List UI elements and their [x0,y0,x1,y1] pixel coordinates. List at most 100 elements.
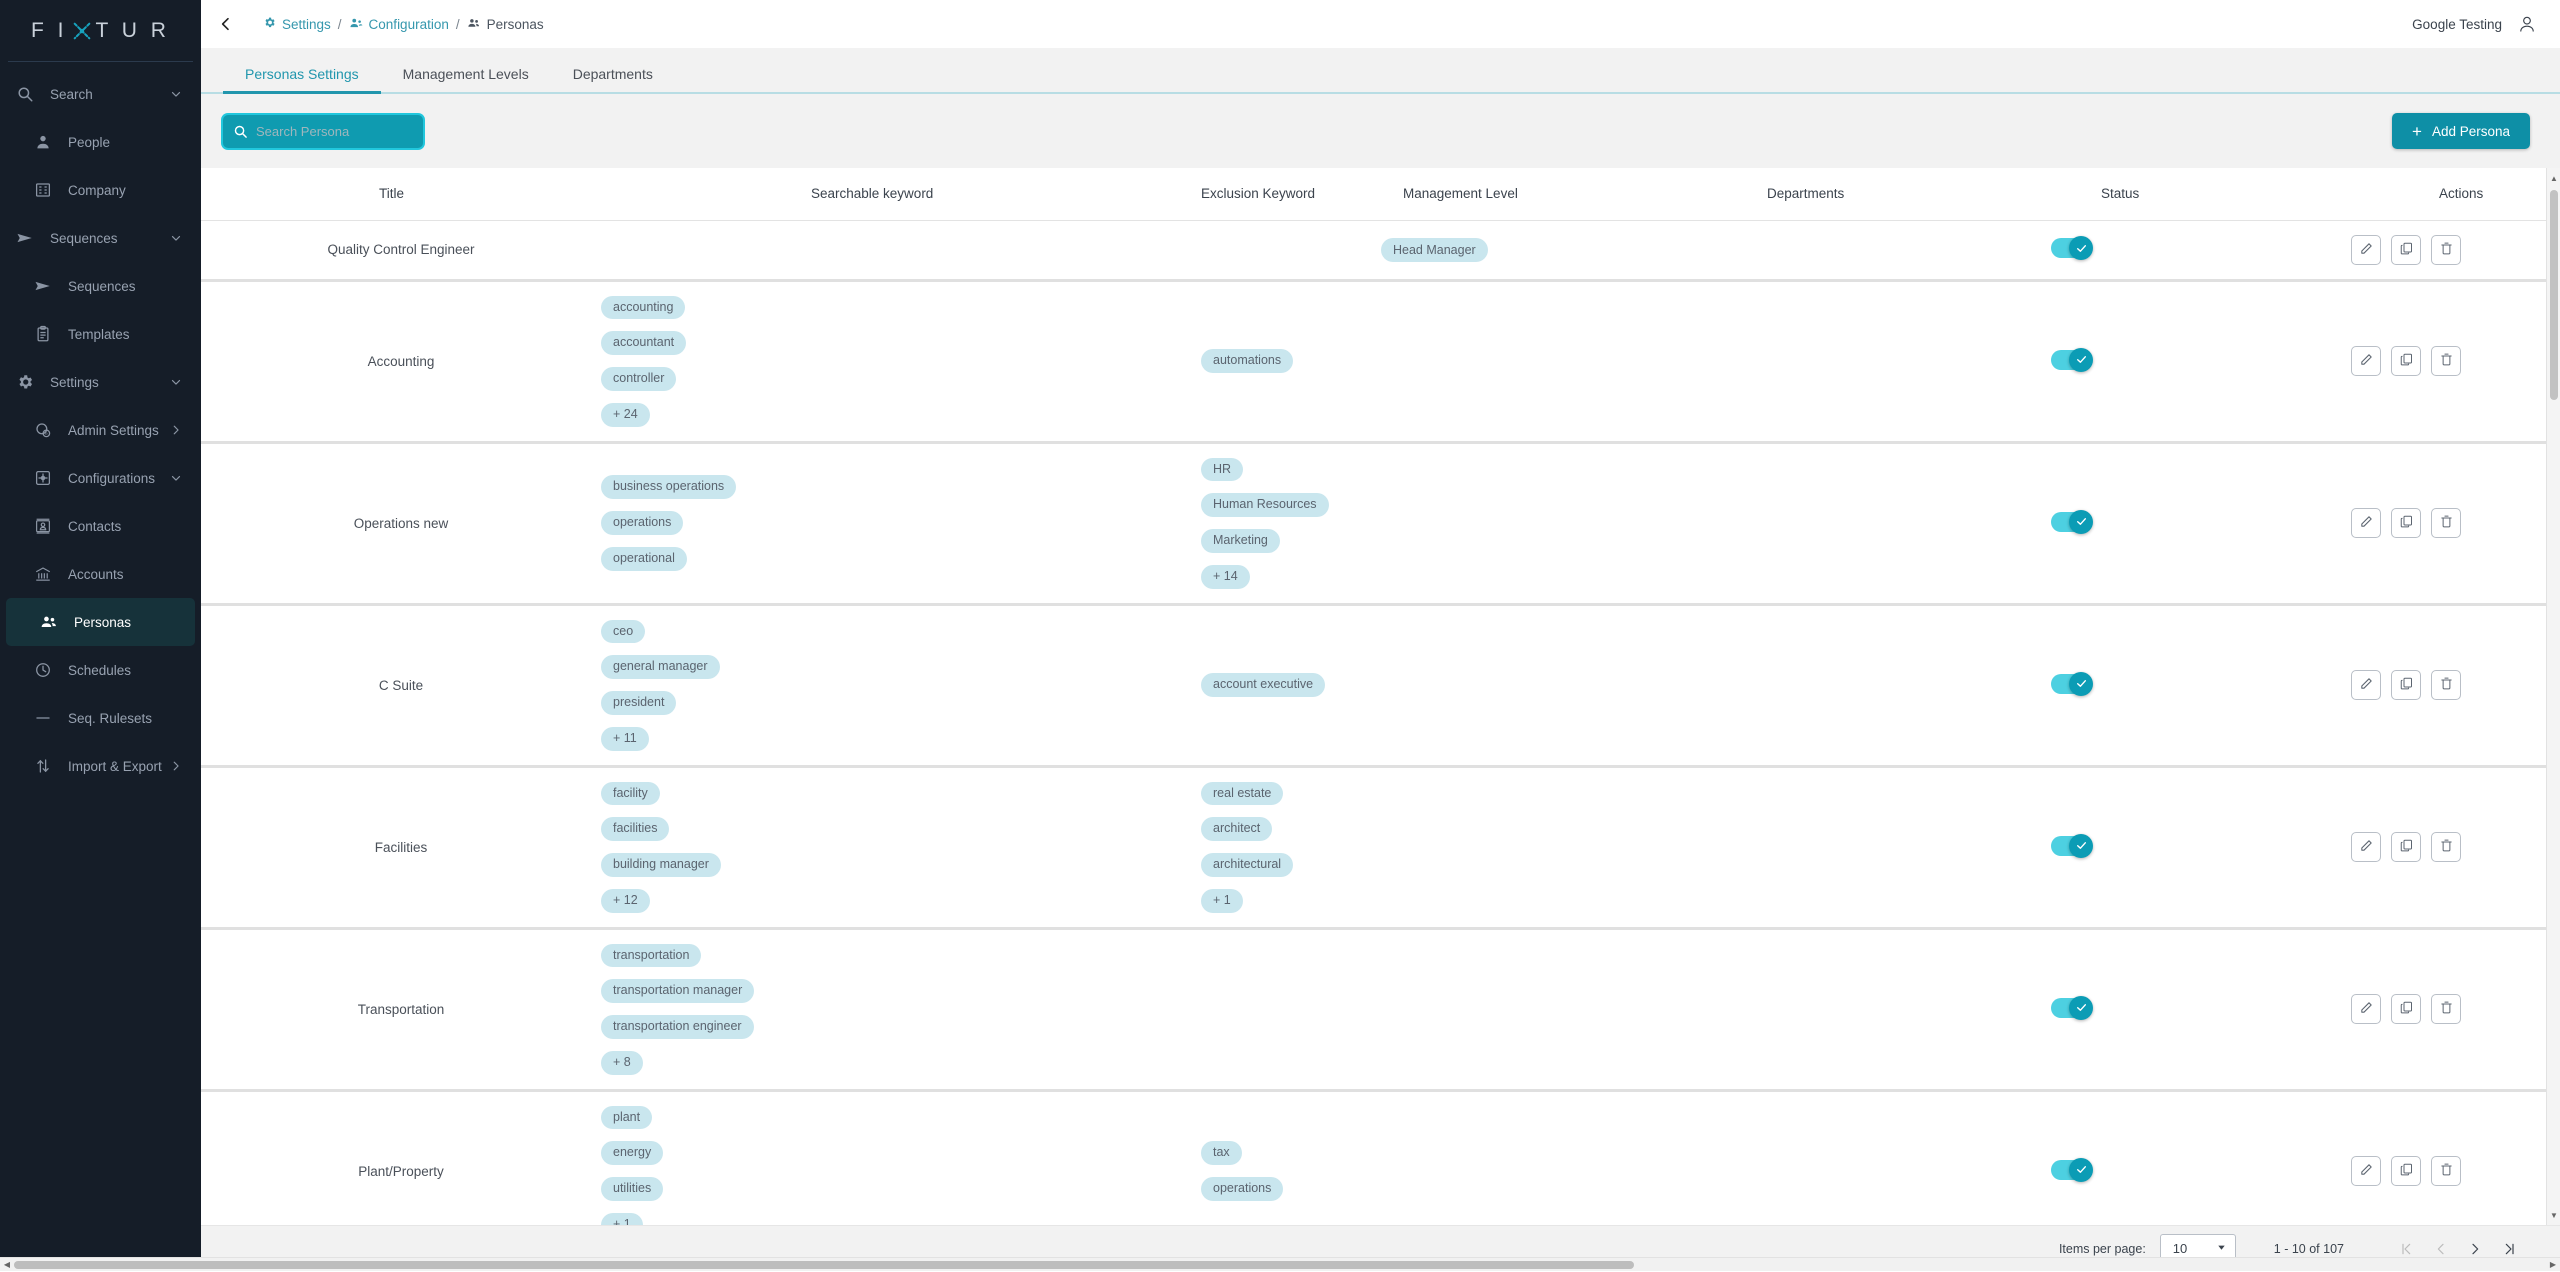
delete-row-button[interactable] [2431,508,2461,538]
edit-row-button[interactable] [2351,235,2381,265]
sidebar-item-personas[interactable]: Personas [6,598,195,646]
keyword-chip[interactable]: operations [1201,1177,1283,1201]
scroll-right-arrow-icon[interactable]: ▶ [2546,1258,2560,1272]
edit-row-button[interactable] [2351,832,2381,862]
keyword-chip[interactable]: plant [601,1106,652,1130]
tab-personas-settings[interactable]: Personas Settings [223,66,381,94]
table-row[interactable]: Quality Control EngineerHead Manager [201,220,2560,280]
edit-row-button[interactable] [2351,994,2381,1024]
brand-logo[interactable]: F I T U R [8,0,193,62]
add-persona-button[interactable]: + Add Persona [2392,113,2530,149]
sidebar-item-templates[interactable]: Templates [0,310,201,358]
edit-row-button[interactable] [2351,1156,2381,1186]
tab-management-levels[interactable]: Management Levels [381,66,551,94]
duplicate-row-button[interactable] [2391,508,2421,538]
duplicate-row-button[interactable] [2391,994,2421,1024]
edit-row-button[interactable] [2351,508,2381,538]
table-row[interactable]: C Suiteceogeneral managerpresident+ 11ac… [201,604,2560,766]
edit-row-button[interactable] [2351,670,2381,700]
sidebar-item-accounts[interactable]: Accounts [0,550,201,598]
sidebar-item-seq-rulesets[interactable]: Seq. Rulesets [0,694,201,742]
chevron-down-icon[interactable] [169,231,183,245]
keyword-chip[interactable]: automations [1201,349,1293,373]
delete-row-button[interactable] [2431,994,2461,1024]
horizontal-scroll-thumb[interactable] [14,1261,1634,1269]
avatar-icon[interactable] [2516,13,2538,35]
scroll-left-arrow-icon[interactable]: ◀ [0,1258,14,1272]
scroll-up-arrow-icon[interactable]: ▲ [2547,170,2560,186]
keyword-chip[interactable]: Human Resources [1201,493,1329,517]
sidebar-item-company[interactable]: Company [0,166,201,214]
delete-row-button[interactable] [2431,235,2461,265]
table-row[interactable]: Operations newbusiness operationsoperati… [201,442,2560,604]
more-chip[interactable]: + 14 [1201,565,1250,589]
keyword-chip[interactable]: accounting [601,296,685,320]
status-toggle[interactable] [2051,674,2091,694]
keyword-chip[interactable]: transportation engineer [601,1015,754,1039]
table-row[interactable]: Plant/Propertyplantenergyutilities+ 1tax… [201,1090,2560,1225]
chevron-down-icon[interactable] [169,375,183,389]
sidebar-item-admin-settings[interactable]: eAdmin Settings [0,406,201,454]
chevron-right-icon[interactable] [169,423,183,437]
keyword-chip[interactable]: operations [601,511,683,535]
sidebar-item-contacts[interactable]: Contacts [0,502,201,550]
management-level-chip[interactable]: Head Manager [1381,238,1488,262]
edit-row-button[interactable] [2351,346,2381,376]
sidebar-item-sequences[interactable]: Sequences [0,214,201,262]
keyword-chip[interactable]: building manager [601,853,721,877]
status-toggle[interactable] [2051,836,2091,856]
more-chip[interactable]: + 1 [601,1213,643,1225]
delete-row-button[interactable] [2431,670,2461,700]
keyword-chip[interactable]: architectural [1201,853,1293,877]
table-row[interactable]: Facilitiesfacilityfacilitiesbuilding man… [201,766,2560,928]
duplicate-row-button[interactable] [2391,832,2421,862]
chevron-down-icon[interactable] [169,471,183,485]
keyword-chip[interactable]: facilities [601,817,669,841]
more-chip[interactable]: + 11 [601,727,649,751]
keyword-chip[interactable]: tax [1201,1141,1242,1165]
sidebar-item-configurations[interactable]: Configurations [0,454,201,502]
keyword-chip[interactable]: facility [601,782,660,806]
delete-row-button[interactable] [2431,346,2461,376]
sidebar-item-settings[interactable]: Settings [0,358,201,406]
keyword-chip[interactable]: ceo [601,620,645,644]
status-toggle[interactable] [2051,238,2091,258]
delete-row-button[interactable] [2431,832,2461,862]
keyword-chip[interactable]: real estate [1201,782,1283,806]
keyword-chip[interactable]: energy [601,1141,663,1165]
keyword-chip[interactable]: transportation manager [601,979,754,1003]
keyword-chip[interactable]: architect [1201,817,1272,841]
keyword-chip[interactable]: controller [601,367,676,391]
keyword-chip[interactable]: business operations [601,475,736,499]
keyword-chip[interactable]: operational [601,547,687,571]
search-input[interactable] [256,124,413,139]
keyword-chip[interactable]: president [601,691,676,715]
breadcrumb-item-configuration[interactable]: Configuration [349,16,449,33]
delete-row-button[interactable] [2431,1156,2461,1186]
back-button[interactable] [211,9,241,39]
table-row[interactable]: Transportationtransportationtransportati… [201,928,2560,1090]
keyword-chip[interactable]: account executive [1201,673,1325,697]
status-toggle[interactable] [2051,350,2091,370]
chevron-down-icon[interactable] [169,87,183,101]
duplicate-row-button[interactable] [2391,1156,2421,1186]
breadcrumb-item-settings[interactable]: Settings [263,16,331,32]
sidebar-item-sequences[interactable]: Sequences [0,262,201,310]
search-persona-box[interactable] [223,115,423,148]
keyword-chip[interactable]: accountant [601,331,686,355]
sidebar-item-search[interactable]: Search [0,70,201,118]
duplicate-row-button[interactable] [2391,670,2421,700]
more-chip[interactable]: + 1 [1201,889,1243,913]
horizontal-scrollbar[interactable]: ◀ ▶ [0,1257,2560,1271]
table-row[interactable]: Accountingaccountingaccountantcontroller… [201,280,2560,442]
status-toggle[interactable] [2051,1160,2091,1180]
status-toggle[interactable] [2051,512,2091,532]
keyword-chip[interactable]: general manager [601,655,720,679]
more-chip[interactable]: + 24 [601,403,650,427]
vertical-scrollbar[interactable]: ▲ ▼ [2546,168,2560,1225]
vertical-scroll-thumb[interactable] [2550,190,2558,400]
more-chip[interactable]: + 12 [601,889,650,913]
status-toggle[interactable] [2051,998,2091,1018]
sidebar-item-schedules[interactable]: Schedules [0,646,201,694]
tab-departments[interactable]: Departments [551,66,675,94]
